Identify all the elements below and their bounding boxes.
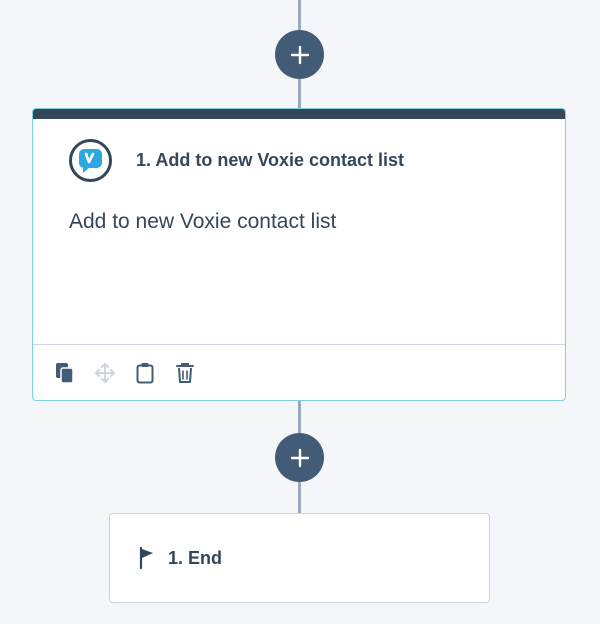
plus-icon <box>290 448 309 467</box>
trash-icon <box>176 362 194 383</box>
connector-line-top-lower <box>298 78 301 109</box>
flag-icon <box>139 547 153 569</box>
move-icon <box>95 362 115 383</box>
move-button[interactable] <box>93 361 117 385</box>
voxie-logo-icon <box>69 139 112 182</box>
copy-to-clipboard-button[interactable] <box>133 361 157 385</box>
end-label: 1. End <box>168 547 223 568</box>
add-step-button[interactable] <box>275 30 324 79</box>
connector-line-bottom <box>298 482 301 514</box>
connector-line-top <box>298 0 301 30</box>
clipboard-icon <box>136 362 154 383</box>
card-header: 1. Add to new Voxie contact list <box>69 139 404 182</box>
end-content: 1. End <box>138 547 222 569</box>
end-card[interactable]: 1. End <box>109 513 490 603</box>
clone-icon <box>56 362 74 384</box>
card-top-stripe <box>33 109 565 119</box>
connector-line-middle <box>298 400 301 434</box>
step-description: Add to new Voxie contact list <box>69 210 337 233</box>
add-step-button[interactable] <box>275 433 324 482</box>
clone-button[interactable] <box>53 361 77 385</box>
delete-button[interactable] <box>173 361 197 385</box>
card-toolbar <box>33 344 565 400</box>
action-card[interactable]: 1. Add to new Voxie contact list Add to … <box>32 108 566 401</box>
step-title: 1. Add to new Voxie contact list <box>136 150 405 170</box>
plus-icon <box>290 45 309 64</box>
